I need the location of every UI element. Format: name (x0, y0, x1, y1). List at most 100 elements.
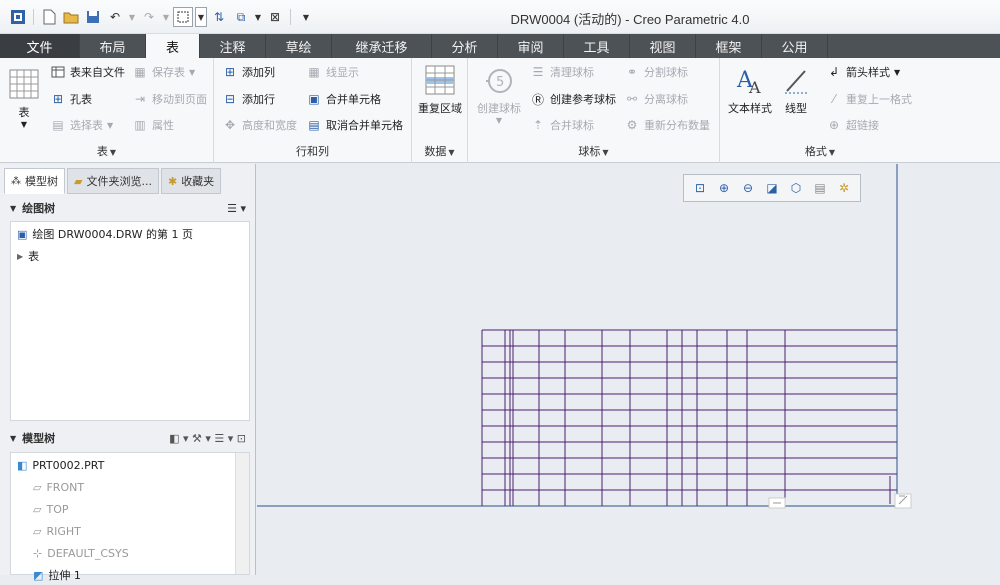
tab-favorites[interactable]: ✱ 收藏夹 (160, 168, 222, 194)
expand-icon[interactable]: ▶ (17, 252, 23, 261)
table-from-file-label: 表来自文件 (70, 66, 125, 79)
new-file-icon[interactable] (39, 7, 59, 27)
drawing-sheet-graphics (257, 164, 912, 509)
save-icon[interactable] (83, 7, 103, 27)
folder-icon: ▰ (74, 174, 83, 188)
display-style-icon[interactable]: ⬡ (787, 179, 805, 197)
drawing-table[interactable] (481, 329, 898, 507)
tab-10[interactable]: 框架 (696, 34, 762, 58)
tree-settings-icon[interactable]: ☰ ▾ (227, 202, 246, 215)
arrow-style-button[interactable]: ↲ 箭头样式 ▼ (826, 64, 900, 80)
tree-item-tables[interactable]: ▶ 表 (17, 246, 39, 266)
format-group-label[interactable]: 格式 ▼ (720, 143, 920, 159)
open-folder-icon[interactable] (61, 7, 81, 27)
refit-icon[interactable]: ⊡ (691, 179, 709, 197)
close-window-icon[interactable]: ⊠ (265, 7, 285, 27)
model-tree-tools-icon[interactable]: ◧ ▾ ⚒ ▾ ☰ ▾ ⊡ (169, 432, 246, 445)
tree-item-part[interactable]: ◧ PRT0002.PRT (17, 455, 104, 475)
clean-balloons-button[interactable]: ☰ 清理球标 (530, 64, 594, 80)
drawing-tree: ▣ 绘图 DRW0004.DRW 的第 1 页 ▶ 表 (10, 221, 250, 421)
quick-access-toolbar: ↶ ▼ ↷ ▼ ▼ ⇅ ⧉ ▼ ⊠ ▼ (8, 6, 316, 28)
regenerate-icon[interactable]: ⇅ (209, 7, 229, 27)
tab-1[interactable]: 布局 (80, 34, 146, 58)
repaint-icon[interactable]: ◪ (763, 179, 781, 197)
tab-7[interactable]: 审阅 (498, 34, 564, 58)
tree-item-default-csys[interactable]: ⊹ DEFAULT_CSYS (33, 543, 129, 563)
undo-icon[interactable]: ↶ (105, 7, 125, 27)
balloons-group-label[interactable]: 球标 ▼ (468, 143, 719, 159)
graphics-toolbar: ⊡ ⊕ ⊖ ◪ ⬡ ▤ ✲ (683, 174, 861, 202)
tab-2[interactable]: 表 (146, 34, 200, 58)
customize-toolbar-icon[interactable]: ▼ (296, 7, 316, 27)
tab-9[interactable]: 视图 (630, 34, 696, 58)
hyperlink-button[interactable]: ⊕ 超链接 (826, 117, 879, 133)
redistribute-qty-button[interactable]: ⚙ 重新分布数量 (624, 117, 710, 133)
split-balloon-button[interactable]: ⚭ 分割球标 (624, 64, 688, 80)
windows-dropdown-icon[interactable]: ▼ (253, 7, 263, 27)
zoom-out-icon[interactable]: ⊖ (739, 179, 757, 197)
add-column-button[interactable]: ⊞ 添加列 (222, 64, 275, 80)
drawing-sheet-icon: ▣ (17, 227, 28, 241)
redo-icon[interactable]: ↷ (139, 7, 159, 27)
text-style-button[interactable]: AA 文本样式 (724, 64, 776, 116)
drawing-tree-header[interactable]: ▼ 绘图树 ☰ ▾ (10, 196, 250, 220)
tab-3[interactable]: 注释 (200, 34, 266, 58)
select-dropdown-icon[interactable]: ▼ (195, 7, 207, 27)
app-menu-icon[interactable] (8, 7, 28, 27)
tree-item-front-plane[interactable]: ▱ FRONT (33, 477, 84, 497)
tab-8[interactable]: 工具 (564, 34, 630, 58)
merge-cells-icon: ▣ (308, 92, 320, 106)
model-tree: ◧ PRT0002.PRT ▱ FRONT ▱ TOP ▱ RIGHT ⊹ DE… (10, 452, 250, 582)
tab-6[interactable]: 分析 (432, 34, 498, 58)
add-row-icon: ⊟ (224, 92, 236, 106)
redo-dropdown-icon[interactable]: ▼ (161, 7, 171, 27)
height-width-button[interactable]: ✥ 高度和宽度 (222, 117, 297, 133)
tab-folder-browser[interactable]: ▰ 文件夹浏览... (67, 168, 159, 194)
unmerge-cells-button[interactable]: ▤ 取消合并单元格 (306, 117, 403, 133)
sheets-icon[interactable]: ▤ (811, 179, 829, 197)
repeat-region-button[interactable]: 重复区域 (416, 64, 464, 116)
model-tree-scrollbar[interactable] (235, 453, 249, 574)
tab-11[interactable]: 公用 (762, 34, 828, 58)
table-file-icon (50, 64, 66, 80)
tab-0[interactable]: 文件 (0, 34, 80, 58)
windows-icon[interactable]: ⧉ (231, 7, 251, 27)
detach-balloon-button[interactable]: ⚯ 分离球标 (624, 91, 688, 107)
collapse-icon[interactable]: ▼ (10, 204, 16, 213)
create-balloon-button[interactable]: 5 创建球标 ▼ (474, 66, 524, 125)
properties-button[interactable]: ▥ 属性 (132, 117, 174, 133)
line-display-button[interactable]: ▦ 线显示 (306, 64, 359, 80)
merge-balloons-button[interactable]: ⇡ 合并球标 (530, 117, 594, 133)
undo-dropdown-icon[interactable]: ▼ (127, 7, 137, 27)
drawing-canvas[interactable] (257, 164, 1000, 575)
tab-model-tree[interactable]: ⁂ 模型树 (4, 168, 65, 194)
detach-balloon-label: 分离球标 (644, 93, 688, 106)
create-ref-balloon-button[interactable]: Ⓡ 创建参考球标 (530, 91, 616, 107)
select-table-button[interactable]: ▤ 选择表 ▼ (50, 117, 113, 133)
tree-item-extrude[interactable]: ◩ 拉伸 1 (33, 565, 81, 585)
hole-table-button[interactable]: ⊞ 孔表 (50, 91, 92, 107)
save-table-button[interactable]: ▦ 保存表 ▼ (132, 64, 195, 80)
line-style-button[interactable]: 线型 (778, 64, 814, 116)
unmerge-cells-icon: ▤ (308, 118, 320, 132)
tab-4[interactable]: 草绘 (266, 34, 332, 58)
tab-5[interactable]: 继承迁移 (332, 34, 432, 58)
table-group: 表 ▼ 表来自文件 ▦ 保存表 ▼ ⊞ 孔表 ⇥ 移动到页面 ▤ 选择表 ▼ ▥… (0, 58, 214, 163)
datum-display-icon[interactable]: ✲ (835, 179, 853, 197)
collapse-icon[interactable]: ▼ (10, 434, 16, 443)
merge-cells-button[interactable]: ▣ 合并单元格 (306, 91, 381, 107)
move-to-page-button[interactable]: ⇥ 移动到页面 (132, 91, 207, 107)
tree-item-top-plane[interactable]: ▱ TOP (33, 499, 68, 519)
tree-item-drawing-sheet[interactable]: ▣ 绘图 DRW0004.DRW 的第 1 页 (17, 224, 193, 244)
repeat-last-format-button[interactable]: ⁄ 重复上一格式 (826, 91, 912, 107)
data-group-label[interactable]: 数据 ▼ (412, 143, 467, 159)
zoom-in-icon[interactable]: ⊕ (715, 179, 733, 197)
table-from-file-button[interactable]: 表来自文件 (50, 64, 125, 80)
select-box-icon[interactable] (173, 7, 193, 27)
add-row-button[interactable]: ⊟ 添加行 (222, 91, 275, 107)
table-button[interactable]: 表 ▼ (6, 68, 42, 129)
model-tree-header[interactable]: ▼ 模型树 ◧ ▾ ⚒ ▾ ☰ ▾ ⊡ (10, 426, 250, 450)
move-page-icon: ⇥ (134, 92, 146, 106)
tree-item-right-plane[interactable]: ▱ RIGHT (33, 521, 81, 541)
table-group-label[interactable]: 表 ▼ (0, 143, 213, 159)
